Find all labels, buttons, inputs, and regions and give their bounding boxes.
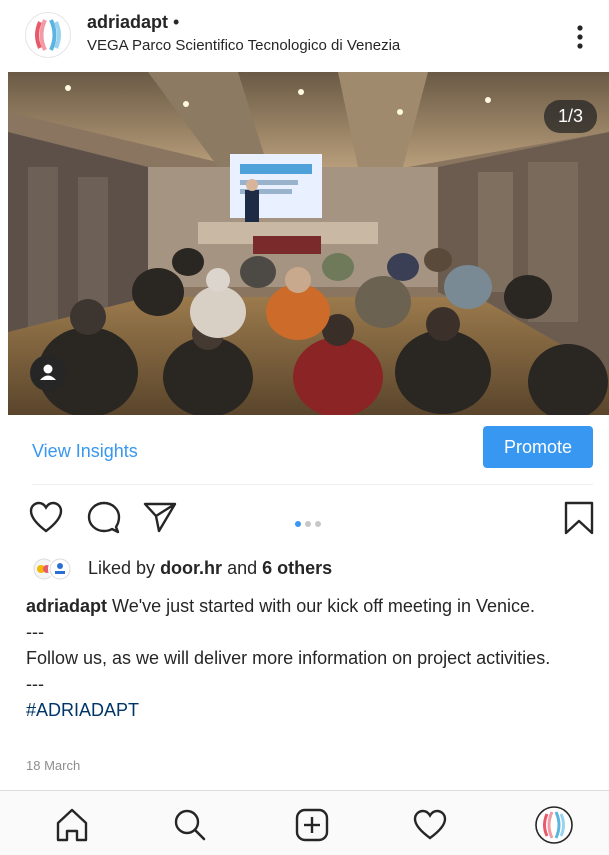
user-tag-icon xyxy=(40,364,56,380)
post-username[interactable]: adriadapt • xyxy=(87,12,179,33)
likes-summary[interactable]: Liked by door.hr and 6 others xyxy=(88,558,332,579)
nav-activity[interactable] xyxy=(410,805,450,845)
nav-home[interactable] xyxy=(52,805,92,845)
carousel-dot xyxy=(315,521,321,527)
nav-profile[interactable] xyxy=(534,805,574,845)
nav-new-post[interactable] xyxy=(292,805,332,845)
liker-avatar xyxy=(48,557,72,581)
likes-prefix: Liked by xyxy=(88,558,156,578)
bookmark-icon[interactable] xyxy=(563,500,595,536)
conference-room-photo xyxy=(8,72,609,415)
paper-plane-icon[interactable] xyxy=(142,500,178,534)
caption-separator: --- xyxy=(26,674,44,694)
activity-heart-icon xyxy=(413,809,447,840)
username-separator: • xyxy=(173,12,180,32)
profile-avatar[interactable] xyxy=(25,12,71,58)
nav-search[interactable] xyxy=(170,805,210,845)
comment-icon[interactable] xyxy=(86,500,122,534)
caption-text-1: We've just started with our kick off mee… xyxy=(112,596,536,616)
heart-icon[interactable] xyxy=(28,500,64,534)
profile-avatar-icon xyxy=(535,806,573,844)
liker-logo-icon xyxy=(49,558,71,580)
carousel-dot-active xyxy=(295,521,301,527)
new-post-icon xyxy=(295,808,329,842)
home-icon xyxy=(56,808,88,842)
adriadapt-logo-icon xyxy=(27,14,69,56)
post-photo[interactable]: 1/3 xyxy=(8,72,609,415)
post-caption: adriadapt We've just started with our ki… xyxy=(26,593,596,723)
caption-separator: --- xyxy=(26,622,44,642)
carousel-counter: 1/3 xyxy=(543,100,597,133)
carousel-dot xyxy=(305,521,311,527)
caption-text-2: Follow us, as we will deliver more infor… xyxy=(26,648,551,668)
bottom-navigation xyxy=(0,790,609,855)
likes-others[interactable]: 6 others xyxy=(262,558,332,578)
promote-button[interactable]: Promote xyxy=(483,426,593,468)
divider xyxy=(32,484,593,485)
post-date: 18 March xyxy=(26,758,81,773)
likes-and: and xyxy=(227,558,258,578)
insights-bar: View Insights Promote xyxy=(0,415,609,485)
view-insights-link[interactable]: View Insights xyxy=(32,441,138,462)
post-location[interactable]: VEGA Parco Scientifico Tecnologico di Ve… xyxy=(87,37,400,54)
search-icon xyxy=(174,809,206,841)
more-options-button[interactable] xyxy=(568,22,592,52)
caption-line-1: adriadapt We've just started with our ki… xyxy=(26,593,596,619)
caption-author[interactable]: adriadapt xyxy=(26,596,107,616)
more-vertical-icon xyxy=(577,25,583,49)
username-text[interactable]: adriadapt xyxy=(87,12,168,32)
tagged-people-button[interactable] xyxy=(30,355,66,391)
post-header: adriadapt • VEGA Parco Scientifico Tecno… xyxy=(0,0,609,70)
carousel-indicator xyxy=(295,514,325,532)
hashtag-link[interactable]: #ADRIADAPT xyxy=(26,697,596,723)
first-liker[interactable]: door.hr xyxy=(160,558,222,578)
